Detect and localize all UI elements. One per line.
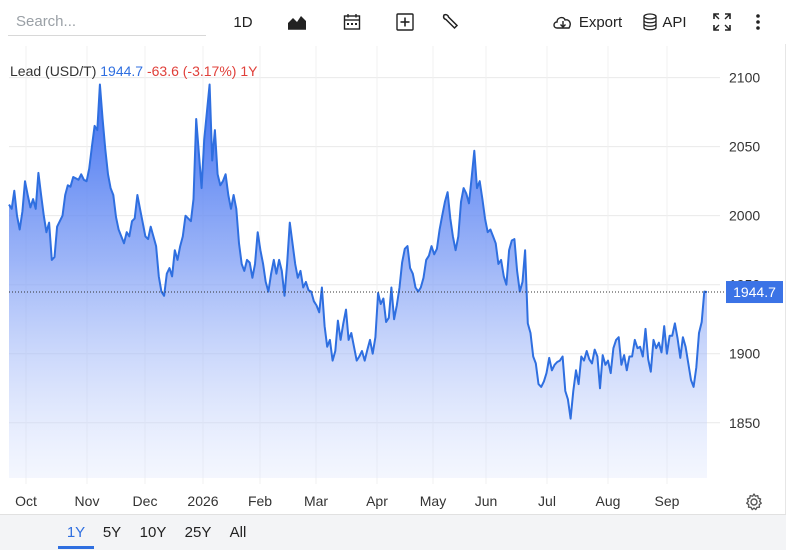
last-price-marker: 1944.7 bbox=[726, 281, 783, 304]
x-axis-labels: Oct Nov Dec 2026 Feb Mar Apr May Jun Jul Aug Sep bbox=[15, 493, 680, 509]
x-tick-label: Sep bbox=[655, 493, 680, 509]
area-series bbox=[8, 83, 708, 478]
range-selector: 1Y 5Y 10Y 25Y All bbox=[0, 514, 786, 550]
legend-name: Lead (USD/T) bbox=[10, 63, 97, 79]
x-tick-label: Nov bbox=[75, 493, 100, 509]
x-tick-label: May bbox=[420, 493, 446, 509]
active-range-indicator bbox=[58, 546, 94, 549]
legend-period: 1Y bbox=[240, 63, 258, 79]
x-tick-label: Jul bbox=[538, 493, 556, 509]
y-tick-label: 1900 bbox=[729, 346, 760, 362]
range-25y-button[interactable]: 25Y bbox=[180, 515, 216, 551]
gear-icon bbox=[746, 493, 762, 511]
x-tick-label: Dec bbox=[133, 493, 158, 509]
range-5y-button[interactable]: 5Y bbox=[98, 515, 126, 551]
x-tick-label: Mar bbox=[304, 493, 328, 509]
y-tick-label: 2100 bbox=[729, 70, 760, 86]
range-all-button[interactable]: All bbox=[224, 515, 252, 551]
legend-change: -63.6 (-3.17%) bbox=[146, 63, 237, 79]
range-10y-button[interactable]: 10Y bbox=[134, 515, 172, 551]
legend-price: 1944.7 bbox=[100, 63, 144, 79]
last-price-label: 1944.7 bbox=[733, 284, 776, 300]
settings-button[interactable] bbox=[744, 492, 764, 512]
y-tick-label: 2050 bbox=[729, 139, 760, 155]
y-tick-label: 2000 bbox=[729, 208, 760, 224]
x-tick-label: Oct bbox=[15, 493, 37, 509]
area-fill bbox=[9, 84, 707, 478]
y-tick-label: 1850 bbox=[729, 415, 760, 431]
x-tick-label: Feb bbox=[248, 493, 272, 509]
x-tick-label: 2026 bbox=[187, 493, 218, 509]
y-axis-labels: 185019001950200020502100 bbox=[729, 70, 760, 431]
series-legend: Lead (USD/T) 1944.7 -63.6 (-3.17%) 1Y bbox=[10, 63, 257, 79]
x-tick-label: Jun bbox=[475, 493, 498, 509]
x-tick-label: Aug bbox=[596, 493, 621, 509]
x-tick-label: Apr bbox=[366, 493, 388, 509]
